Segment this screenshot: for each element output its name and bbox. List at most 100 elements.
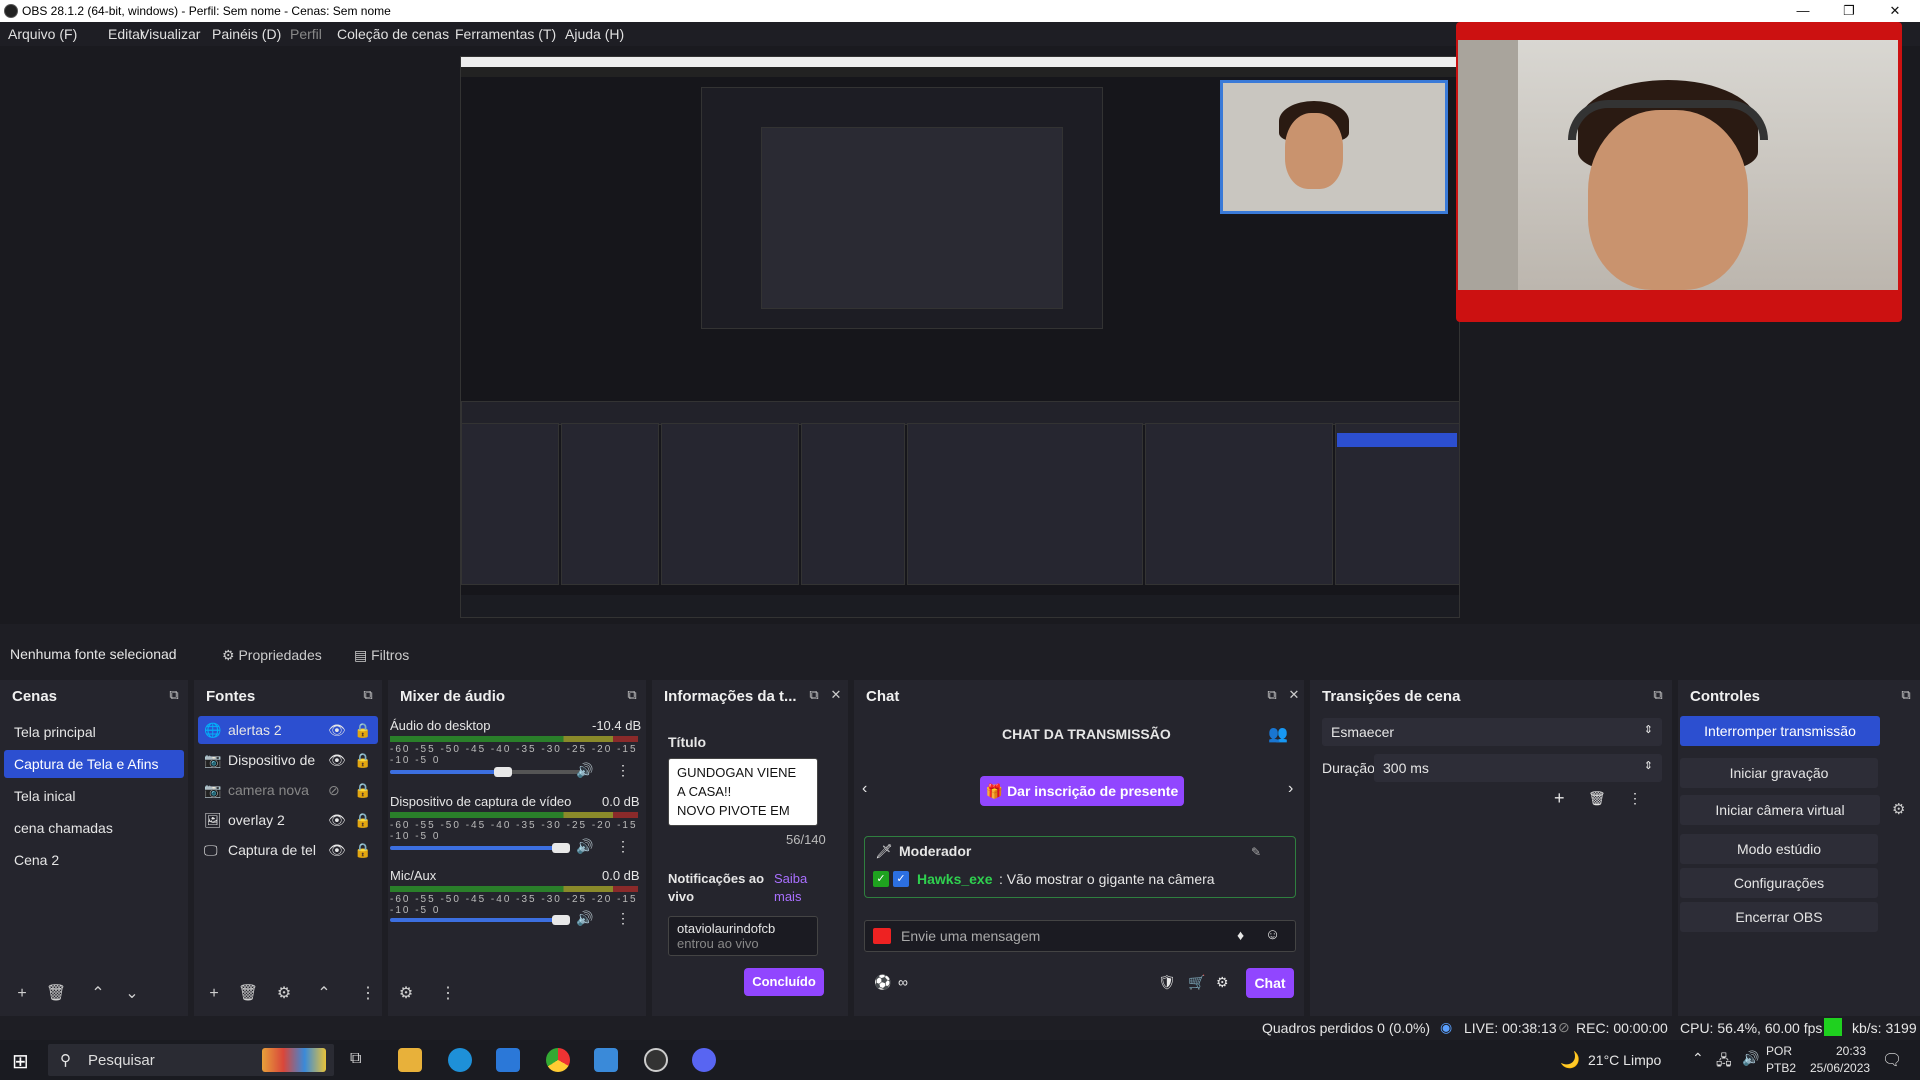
source-item[interactable]: 🖵 Captura de tel 👁 🔒 xyxy=(198,836,378,864)
undock-icon[interactable]: ⧉ xyxy=(1650,688,1666,702)
more-icon[interactable]: ⋮ xyxy=(436,982,460,1006)
menu-view[interactable]: Visualizar xyxy=(140,26,200,42)
volume-slider[interactable] xyxy=(390,770,500,774)
windows-start-icon[interactable]: ⊞ xyxy=(12,1049,29,1074)
file-explorer-icon[interactable] xyxy=(398,1048,422,1072)
undock-icon[interactable]: ⧉ xyxy=(166,688,182,702)
menu-docks[interactable]: Painéis (D) xyxy=(212,26,281,42)
edge-icon[interactable] xyxy=(448,1048,472,1072)
undock-icon[interactable]: ⧉ xyxy=(360,688,376,702)
learn-more-link[interactable]: Saiba mais xyxy=(774,870,824,906)
source-item[interactable]: 📷 Dispositivo de 👁 🔒 xyxy=(198,746,378,774)
remove-scene-icon[interactable]: 🗑 xyxy=(44,982,68,1006)
menu-tools[interactable]: Ferramentas (T) xyxy=(455,26,556,42)
more-icon[interactable]: ⋮ xyxy=(616,910,630,927)
chevron-right-icon[interactable]: › xyxy=(1288,780,1293,798)
move-down-icon[interactable]: ⌄ xyxy=(120,982,144,1006)
settings-gear-icon[interactable]: ⚙ xyxy=(1216,974,1229,991)
visibility-icon[interactable]: 👁 xyxy=(328,806,346,834)
tray-chevron-icon[interactable]: ⌃ xyxy=(1692,1050,1704,1067)
keyboard-layout[interactable]: PTB2 xyxy=(1766,1061,1796,1075)
source-item-hidden[interactable]: 📷 camera nova ⊘ 🔒 xyxy=(198,776,378,804)
title-textarea[interactable]: GUNDOGAN VIENE A CASA!! NOVO PIVOTE EM xyxy=(668,758,818,826)
undock-icon[interactable]: ⧉ xyxy=(1898,688,1914,702)
clock-time[interactable]: 20:33 xyxy=(1836,1044,1866,1058)
edit-icon[interactable]: ✎ xyxy=(1251,845,1261,859)
users-icon[interactable]: 👥 xyxy=(1268,724,1288,744)
close-icon[interactable]: ✕ xyxy=(828,688,844,702)
source-item-selected[interactable]: 🌐 alertas 2 👁 🔒 xyxy=(198,716,378,744)
visibility-icon[interactable]: 👁 xyxy=(328,716,346,744)
source-properties-icon[interactable]: ⚙ xyxy=(272,982,296,1006)
cart-icon[interactable]: 🛒 xyxy=(1188,974,1205,991)
chat-input[interactable]: Envie uma mensagem ♦ ☺ xyxy=(864,920,1296,952)
scene-item[interactable]: Tela inical xyxy=(4,782,184,810)
more-icon[interactable]: ⋮ xyxy=(1628,790,1642,807)
language-indicator[interactable]: POR xyxy=(1766,1044,1792,1058)
properties-button[interactable]: ⚙ Propriedades xyxy=(214,640,330,670)
add-source-icon[interactable]: + xyxy=(202,982,226,1006)
remove-transition-icon[interactable]: 🗑 xyxy=(1588,790,1606,807)
message-user[interactable]: Hawks_exe xyxy=(917,871,993,887)
channel-points-icon[interactable]: ⚽ xyxy=(874,974,891,991)
settings-button[interactable]: Configurações xyxy=(1680,868,1878,898)
notification-input[interactable]: otaviolaurindofcb entrou ao vivo xyxy=(668,916,818,956)
gift-sub-button[interactable]: 🎁 Dar inscrição de presente xyxy=(980,776,1184,806)
menu-file[interactable]: Arquivo (F) xyxy=(8,26,77,42)
shield-icon[interactable]: 🛡 xyxy=(1158,974,1176,991)
scene-item[interactable]: Tela principal xyxy=(4,718,184,746)
task-view-icon[interactable]: ⧉ xyxy=(350,1050,361,1068)
undock-icon[interactable]: ⧉ xyxy=(624,688,640,702)
network-icon[interactable]: 🖧 xyxy=(1716,1050,1732,1074)
lock-icon[interactable]: 🔒 xyxy=(354,776,371,804)
chrome-icon[interactable] xyxy=(546,1048,570,1072)
lock-icon[interactable]: 🔒 xyxy=(354,806,371,834)
speaker-icon[interactable]: 🔊 xyxy=(576,762,593,779)
lock-icon[interactable]: 🔒 xyxy=(354,836,371,864)
visibility-icon[interactable]: 👁 xyxy=(328,746,346,774)
close-icon[interactable]: ✕ xyxy=(1286,688,1302,702)
menu-help[interactable]: Ajuda (H) xyxy=(565,26,624,42)
volume-slider[interactable] xyxy=(390,918,570,922)
volume-slider-knob[interactable] xyxy=(552,843,570,853)
more-icon[interactable]: ⋮ xyxy=(616,762,630,779)
transition-select[interactable]: Esmaecer ⇕ xyxy=(1322,718,1662,746)
chat-send-button[interactable]: Chat xyxy=(1246,968,1294,998)
clock-date[interactable]: 25/06/2023 xyxy=(1810,1061,1870,1075)
move-up-icon[interactable]: ⌃ xyxy=(86,982,110,1006)
photos-icon[interactable] xyxy=(594,1048,618,1072)
volume-icon[interactable]: 🔊 xyxy=(1742,1050,1759,1067)
exit-obs-button[interactable]: Encerrar OBS xyxy=(1680,902,1878,932)
maximize-button[interactable]: ❐ xyxy=(1826,0,1872,22)
speaker-icon[interactable]: 🔊 xyxy=(576,838,593,855)
scene-item[interactable]: Cena 2 xyxy=(4,846,184,874)
chevron-left-icon[interactable]: ‹ xyxy=(862,780,867,798)
add-scene-icon[interactable]: + xyxy=(10,982,34,1006)
volume-slider-knob[interactable] xyxy=(494,767,512,777)
notifications-icon[interactable]: 🗨 xyxy=(1882,1050,1902,1070)
undock-icon[interactable]: ⧉ xyxy=(1264,688,1280,702)
studio-mode-button[interactable]: Modo estúdio xyxy=(1680,834,1878,864)
virtual-camera-settings-icon[interactable]: ⚙ xyxy=(1892,800,1905,818)
lock-icon[interactable]: 🔒 xyxy=(354,746,371,774)
menu-scene-collection[interactable]: Coleção de cenas xyxy=(337,26,449,42)
add-transition-icon[interactable]: + xyxy=(1554,788,1565,809)
start-recording-button[interactable]: Iniciar gravação xyxy=(1680,758,1878,788)
scene-item-selected[interactable]: Captura de Tela e Afins xyxy=(4,750,184,778)
advanced-audio-icon[interactable]: ⚙ xyxy=(394,982,418,1006)
visibility-icon[interactable]: 👁 xyxy=(328,836,346,864)
obs-taskbar-icon[interactable] xyxy=(644,1048,668,1072)
start-virtual-camera-button[interactable]: Iniciar câmera virtual xyxy=(1680,795,1880,825)
volume-slider-knob[interactable] xyxy=(552,915,570,925)
visibility-off-icon[interactable]: ⊘ xyxy=(328,776,340,804)
mail-icon[interactable] xyxy=(496,1048,520,1072)
stop-streaming-button[interactable]: Interromper transmissão xyxy=(1680,716,1880,746)
more-icon[interactable]: ⋮ xyxy=(356,982,380,1006)
duration-input[interactable]: 300 ms ⇕ xyxy=(1374,754,1662,782)
filters-button[interactable]: ▤ Filtros xyxy=(346,640,417,670)
taskbar-search[interactable]: ⚲ Pesquisar xyxy=(48,1044,334,1076)
source-item[interactable]: 🖼 overlay 2 👁 🔒 xyxy=(198,806,378,834)
bits-icon[interactable]: ♦ xyxy=(1237,927,1244,943)
remove-source-icon[interactable]: 🗑 xyxy=(236,982,260,1006)
close-window-button[interactable]: ✕ xyxy=(1872,0,1918,22)
